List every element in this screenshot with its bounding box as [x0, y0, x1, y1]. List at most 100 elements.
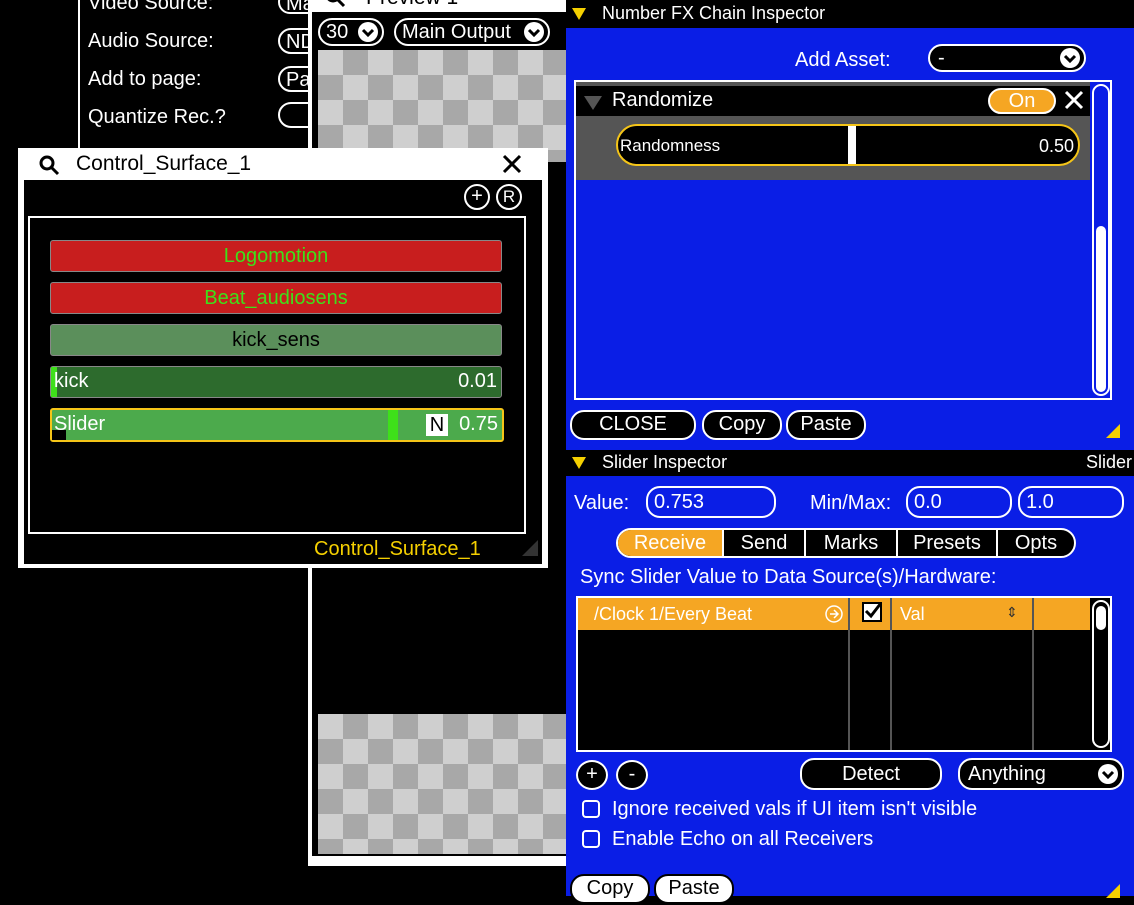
- receivers-scrollbar[interactable]: [1092, 600, 1110, 748]
- resize-handle-icon[interactable]: [1102, 420, 1122, 445]
- surface-tab-label: Control_Surface_1: [314, 538, 481, 560]
- table-row[interactable]: /Clock 1/Every Beat Val ⇕: [578, 598, 1090, 630]
- ignore-vals-checkbox[interactable]: [582, 800, 600, 818]
- randomness-label: Randomness: [620, 136, 721, 155]
- sync-label: Sync Slider Value to Data Source(s)/Hard…: [580, 566, 997, 588]
- tab-receive-label: Receive: [633, 532, 707, 554]
- collapse-triangle-icon[interactable]: [572, 457, 586, 469]
- column-divider: [1032, 598, 1034, 750]
- add-control-button[interactable]: +: [464, 184, 490, 210]
- slider-inspector-type: Slider: [1085, 452, 1132, 472]
- detect-button[interactable]: Detect: [800, 758, 942, 790]
- tab-presets[interactable]: Presets: [898, 530, 998, 556]
- fx-paste-label: Paste: [800, 413, 852, 435]
- fx-close-button[interactable]: CLOSE: [570, 410, 696, 440]
- fx-chain-header[interactable]: Number FX Chain Inspector: [566, 0, 1134, 28]
- remove-receiver-button[interactable]: -: [616, 760, 648, 790]
- add-receiver-button[interactable]: +: [576, 760, 608, 790]
- slider-label: Slider: [54, 413, 106, 435]
- value-field-text: 0.753: [654, 491, 705, 513]
- fx-list-scrollbar[interactable]: [1092, 84, 1110, 396]
- fx-item-randomize: Randomize On Randomness 0.50: [576, 82, 1090, 180]
- expand-triangle-icon[interactable]: [584, 96, 602, 110]
- add-asset-select[interactable]: -: [928, 44, 1086, 72]
- inspector-paste-button[interactable]: Paste: [654, 874, 734, 904]
- slider-inspector-header[interactable]: Slider Inspector Slider: [566, 450, 1134, 476]
- fx-chain-title: Number FX Chain Inspector: [602, 3, 826, 23]
- button-logomotion[interactable]: Logomotion: [50, 240, 502, 272]
- value-label: Value:: [574, 492, 630, 514]
- receiver-enabled-checkbox[interactable]: [862, 602, 882, 622]
- inspector-tabs: Receive Send Marks Presets Opts: [616, 528, 1076, 558]
- randomness-slider[interactable]: Randomness 0.50: [616, 124, 1080, 166]
- min-field-text: 0.0: [914, 491, 942, 513]
- button-kick-sens[interactable]: kick_sens: [50, 324, 502, 356]
- chevron-down-icon: [524, 22, 544, 42]
- preview-canvas-bottom: [318, 714, 568, 854]
- chevron-down-icon: [358, 22, 378, 42]
- preview-title-bar[interactable]: Preview 1: [308, 0, 570, 12]
- tab-opts[interactable]: Opts: [998, 530, 1074, 556]
- fx-paste-button[interactable]: Paste: [786, 410, 866, 440]
- control-surface-title: Control_Surface_1: [76, 152, 252, 175]
- fx-on-toggle[interactable]: On: [988, 88, 1056, 114]
- fx-close-label: CLOSE: [599, 413, 667, 435]
- output-select[interactable]: Main Output: [394, 18, 550, 46]
- receiver-source: /Clock 1/Every Beat: [594, 604, 753, 624]
- fx-copy-label: Copy: [718, 413, 766, 435]
- fps-select[interactable]: 30: [318, 18, 384, 46]
- button-logomotion-label: Logomotion: [223, 245, 329, 267]
- button-beat-audiosens-label: Beat_audiosens: [204, 287, 348, 309]
- slider-control[interactable]: Slider N 0.75: [50, 408, 504, 442]
- reset-label: R: [502, 187, 516, 206]
- button-beat-audiosens[interactable]: Beat_audiosens: [50, 282, 502, 314]
- fx-list-scrollbar-thumb[interactable]: [1096, 226, 1106, 392]
- fx-copy-button[interactable]: Copy: [702, 410, 782, 440]
- max-field-text: 1.0: [1026, 491, 1054, 513]
- kick-meter-value: 0.01: [458, 370, 497, 392]
- video-source-label: Video Source:: [88, 0, 214, 14]
- reset-button[interactable]: R: [496, 184, 522, 210]
- add-receiver-label: +: [586, 763, 598, 785]
- max-field[interactable]: 1.0: [1018, 486, 1124, 518]
- close-icon[interactable]: [500, 152, 524, 181]
- fx-name: Randomize: [612, 89, 714, 111]
- slider-n-badge: N: [426, 414, 448, 436]
- tab-marks[interactable]: Marks: [806, 530, 898, 556]
- slider-inspector-title: Slider Inspector: [602, 452, 728, 472]
- fx-item-header[interactable]: Randomize On: [576, 86, 1090, 116]
- tab-send-label: Send: [740, 532, 788, 554]
- anything-value: Anything: [968, 763, 1046, 785]
- control-surface-body: + R Logomotion Beat_audiosens kick_sens …: [24, 180, 542, 564]
- echo-checkbox[interactable]: [582, 830, 600, 848]
- receivers-scrollbar-thumb[interactable]: [1096, 606, 1106, 630]
- control-surface-window: Control_Surface_1 + R Logomotion Beat_au…: [18, 148, 548, 568]
- slider-handle[interactable]: [388, 410, 398, 440]
- fx-list: Randomize On Randomness 0.50: [574, 80, 1112, 400]
- fx-chain-inspector: Number FX Chain Inspector Add Asset: - R…: [566, 0, 1134, 450]
- collapse-triangle-icon[interactable]: [572, 8, 586, 20]
- detect-label: Detect: [842, 763, 900, 785]
- chevron-down-icon: [1098, 764, 1118, 784]
- minmax-label: Min/Max:: [810, 492, 892, 514]
- anything-select[interactable]: Anything: [958, 758, 1124, 790]
- kick-meter[interactable]: kick 0.01: [50, 366, 502, 398]
- randomness-slider-handle[interactable]: [848, 126, 856, 164]
- fx-on-label: On: [1008, 90, 1036, 112]
- tab-receive[interactable]: Receive: [618, 530, 724, 556]
- min-field[interactable]: 0.0: [906, 486, 1012, 518]
- resize-handle-icon[interactable]: [1102, 880, 1122, 905]
- arrow-right-circle-icon[interactable]: [824, 604, 844, 629]
- value-field[interactable]: 0.753: [646, 486, 776, 518]
- inspector-copy-button[interactable]: Copy: [570, 874, 650, 904]
- remove-fx-icon[interactable]: [1062, 88, 1086, 117]
- kick-meter-label: kick: [54, 370, 89, 392]
- surface-tab[interactable]: Control_Surface_1: [306, 536, 516, 564]
- ignore-vals-label: Ignore received vals if UI item isn't vi…: [612, 798, 978, 820]
- remove-receiver-label: -: [628, 763, 636, 785]
- receiver-mode[interactable]: Val: [900, 604, 925, 625]
- resize-handle-icon[interactable]: [520, 538, 540, 563]
- add-asset-label: Add Asset:: [795, 49, 891, 71]
- tab-send[interactable]: Send: [724, 530, 806, 556]
- add-to-page-label: Add to page:: [88, 68, 202, 90]
